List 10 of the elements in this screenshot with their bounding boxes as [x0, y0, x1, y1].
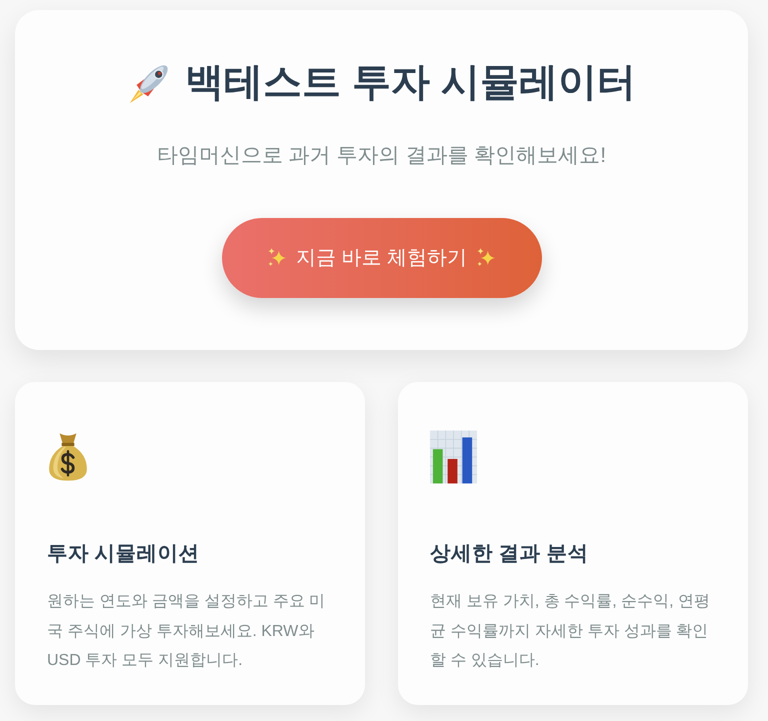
sparkle-icon [266, 248, 287, 268]
feature-description: 현재 보유 가치, 총 수익률, 순수익, 연평균 수익률까지 자세한 투자 성과를 확인할 수 있습니다. [430, 592, 712, 671]
try-now-button[interactable]: 지금 바로 체험하기 [222, 218, 542, 298]
feature-title: 투자 시뮬레이션 [47, 541, 201, 567]
feature-description: 원하는 연도와 금액을 설정하고 주요 미국 주식에 가상 투자해보세요. KRW와 USD 투자 모두 지원합니다. [47, 592, 326, 671]
page-title: 백테스트 투자 시뮬레이터 [185, 60, 636, 106]
feature-title: 상세한 결과 분석 [430, 541, 590, 567]
subtitle: 타임머신으로 과거 투자의 결과를 확인해보세요! [156, 143, 606, 169]
sparkle-icon [476, 248, 496, 268]
bar-chart-icon [430, 430, 477, 484]
